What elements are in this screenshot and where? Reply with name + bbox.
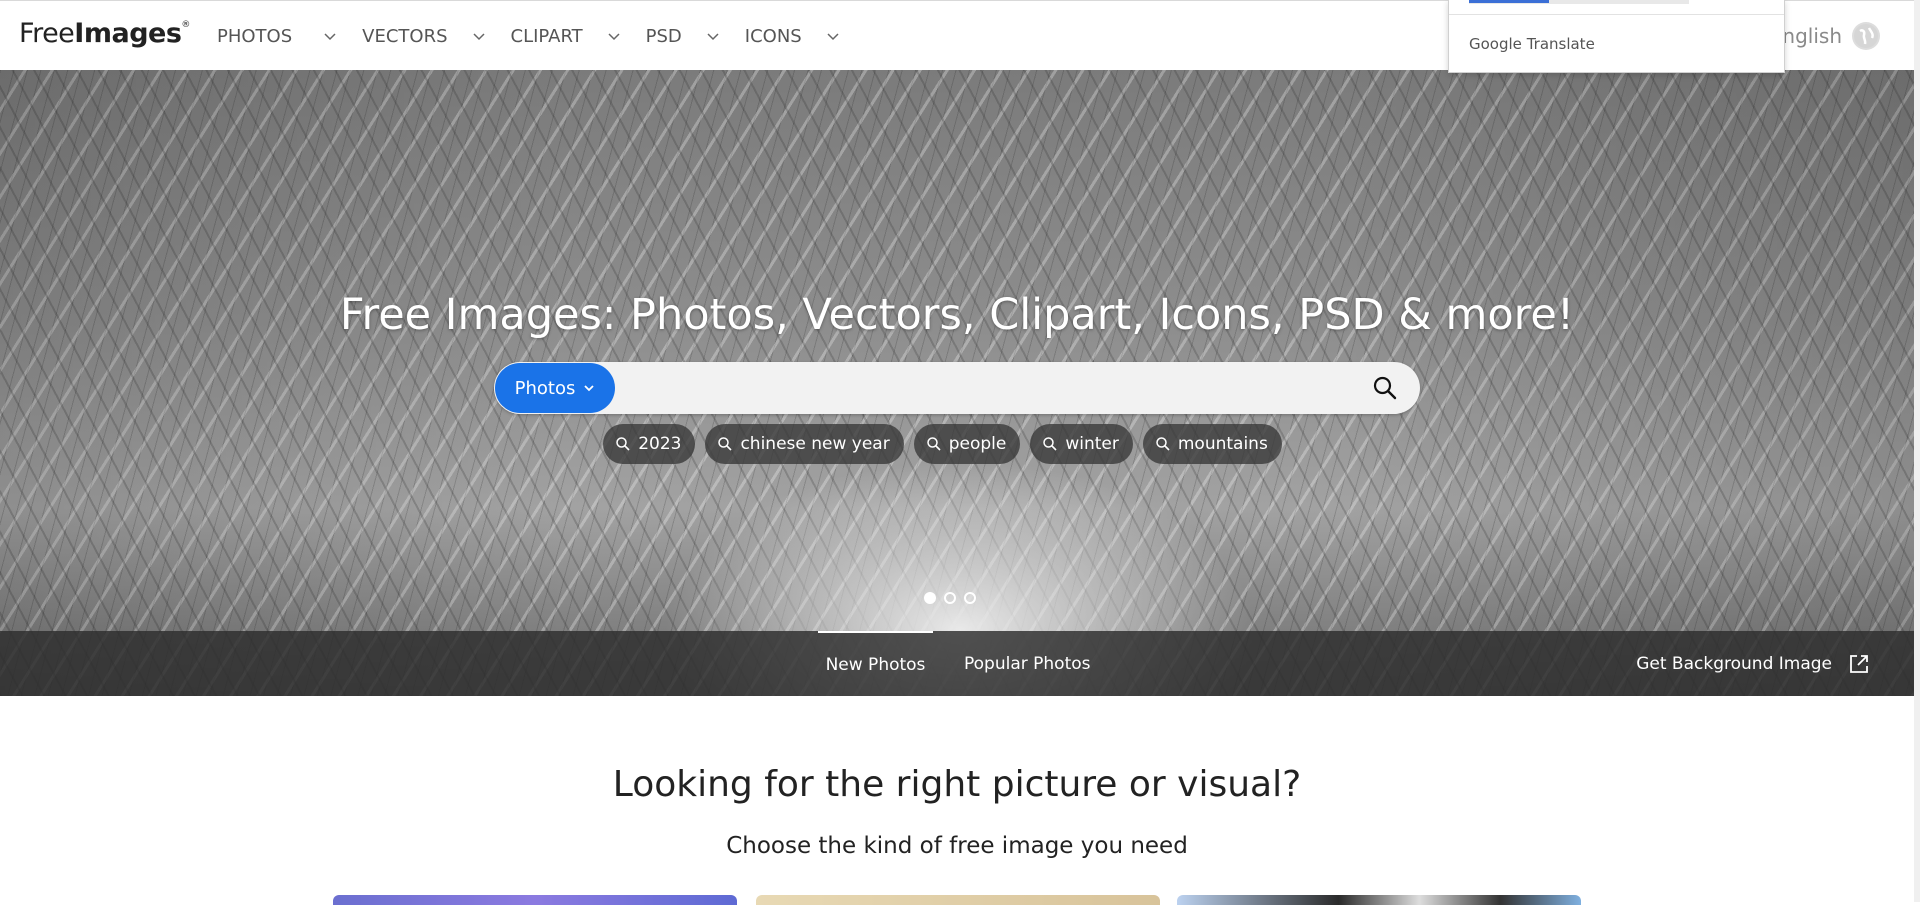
nav-photos-label: PHOTOS bbox=[217, 25, 293, 47]
search-tag-label: mountains bbox=[1177, 434, 1268, 454]
search-icon bbox=[926, 436, 942, 452]
search-tag-label: people bbox=[948, 434, 1007, 454]
category-card-clipart[interactable] bbox=[1177, 895, 1581, 905]
chevron-down-icon[interactable] bbox=[706, 29, 720, 43]
nav-vectors[interactable]: VECTORS bbox=[362, 26, 485, 47]
slide-indicator bbox=[924, 592, 984, 604]
logo-text-free: Free bbox=[19, 18, 75, 49]
main-nav: PHOTOS VECTORS CLIPART PSD ICONS bbox=[217, 1, 865, 71]
nav-clipart-label: CLIPART bbox=[510, 25, 583, 47]
google-translate-popup: Google Translate bbox=[1448, 0, 1785, 73]
search-type-label: Photos bbox=[514, 377, 576, 399]
search-tag[interactable]: mountains bbox=[1142, 424, 1282, 464]
search-tag-label: winter bbox=[1065, 434, 1119, 454]
section-subtitle: Choose the kind of free image you need bbox=[726, 833, 1188, 859]
tab-new-photos[interactable]: New Photos bbox=[818, 631, 933, 696]
tab-popular-photos-label: Popular Photos bbox=[964, 653, 1091, 674]
get-background-image-link[interactable]: Get Background Image bbox=[1636, 631, 1870, 696]
hero-banner: Free Images: Photos, Vectors, Clipart, I… bbox=[0, 70, 1914, 696]
search-bar: Photos bbox=[494, 362, 1420, 414]
nav-clipart[interactable]: CLIPART bbox=[511, 26, 621, 47]
nav-vectors-label: VECTORS bbox=[362, 25, 448, 47]
translate-divider bbox=[1449, 14, 1784, 15]
tab-popular-photos[interactable]: Popular Photos bbox=[964, 631, 1091, 696]
nav-icons-label: ICONS bbox=[744, 25, 802, 47]
search-tag[interactable]: chinese new year bbox=[705, 424, 904, 464]
language-selector[interactable]: English bbox=[1770, 1, 1880, 71]
external-link-icon bbox=[1848, 653, 1870, 675]
search-icon bbox=[717, 436, 733, 452]
search-input[interactable] bbox=[624, 370, 1348, 408]
chevron-down-icon[interactable] bbox=[607, 29, 621, 43]
chevron-down-icon bbox=[583, 382, 595, 394]
google-brand-word: Google bbox=[1469, 35, 1522, 53]
popular-search-tags: 2023 chinese new year people winter moun… bbox=[0, 424, 1914, 464]
translate-brand-word: Translate bbox=[1526, 35, 1595, 53]
nav-photos[interactable]: PHOTOS bbox=[217, 26, 337, 47]
category-card-vectors[interactable] bbox=[756, 895, 1160, 905]
search-icon bbox=[1155, 436, 1171, 452]
slide-dot-3[interactable] bbox=[964, 592, 976, 604]
google-translate-brand[interactable]: Google Translate bbox=[1469, 35, 1595, 53]
get-background-image-label: Get Background Image bbox=[1636, 653, 1832, 674]
search-type-dropdown[interactable]: Photos bbox=[495, 363, 615, 413]
translate-tab-strip[interactable] bbox=[1469, 0, 1689, 4]
translate-tab-active[interactable] bbox=[1469, 0, 1549, 3]
globe-icon bbox=[1852, 22, 1880, 50]
logo-registered-mark: ® bbox=[181, 20, 190, 30]
nav-psd-label: PSD bbox=[645, 25, 682, 47]
search-icon bbox=[1042, 436, 1058, 452]
chevron-down-icon[interactable] bbox=[323, 29, 337, 43]
search-tag[interactable]: 2023 bbox=[603, 424, 696, 464]
site-logo[interactable]: FreeImages® bbox=[19, 18, 190, 49]
page-scrollbar[interactable] bbox=[1914, 0, 1920, 902]
hero-title: Free Images: Photos, Vectors, Clipart, I… bbox=[339, 290, 1575, 340]
search-icon[interactable] bbox=[1372, 375, 1398, 401]
search-tag-label: 2023 bbox=[638, 434, 682, 454]
search-tag[interactable]: winter bbox=[1030, 424, 1133, 464]
chevron-down-icon[interactable] bbox=[826, 29, 840, 43]
logo-text-images: Images bbox=[74, 18, 182, 49]
nav-psd[interactable]: PSD bbox=[646, 26, 720, 47]
tab-new-photos-label: New Photos bbox=[825, 654, 926, 675]
nav-icons[interactable]: ICONS bbox=[745, 26, 840, 47]
search-tag-label: chinese new year bbox=[740, 434, 890, 454]
chevron-down-icon[interactable] bbox=[472, 29, 486, 43]
search-icon bbox=[615, 436, 631, 452]
slide-dot-2[interactable] bbox=[944, 592, 956, 604]
slide-dot-1[interactable] bbox=[924, 592, 936, 604]
search-tag[interactable]: people bbox=[913, 424, 1021, 464]
hero-tab-bar: New Photos Popular Photos Get Background… bbox=[0, 631, 1914, 696]
section-title: Looking for the right picture or visual? bbox=[612, 764, 1302, 805]
category-card-photos[interactable] bbox=[333, 895, 737, 905]
